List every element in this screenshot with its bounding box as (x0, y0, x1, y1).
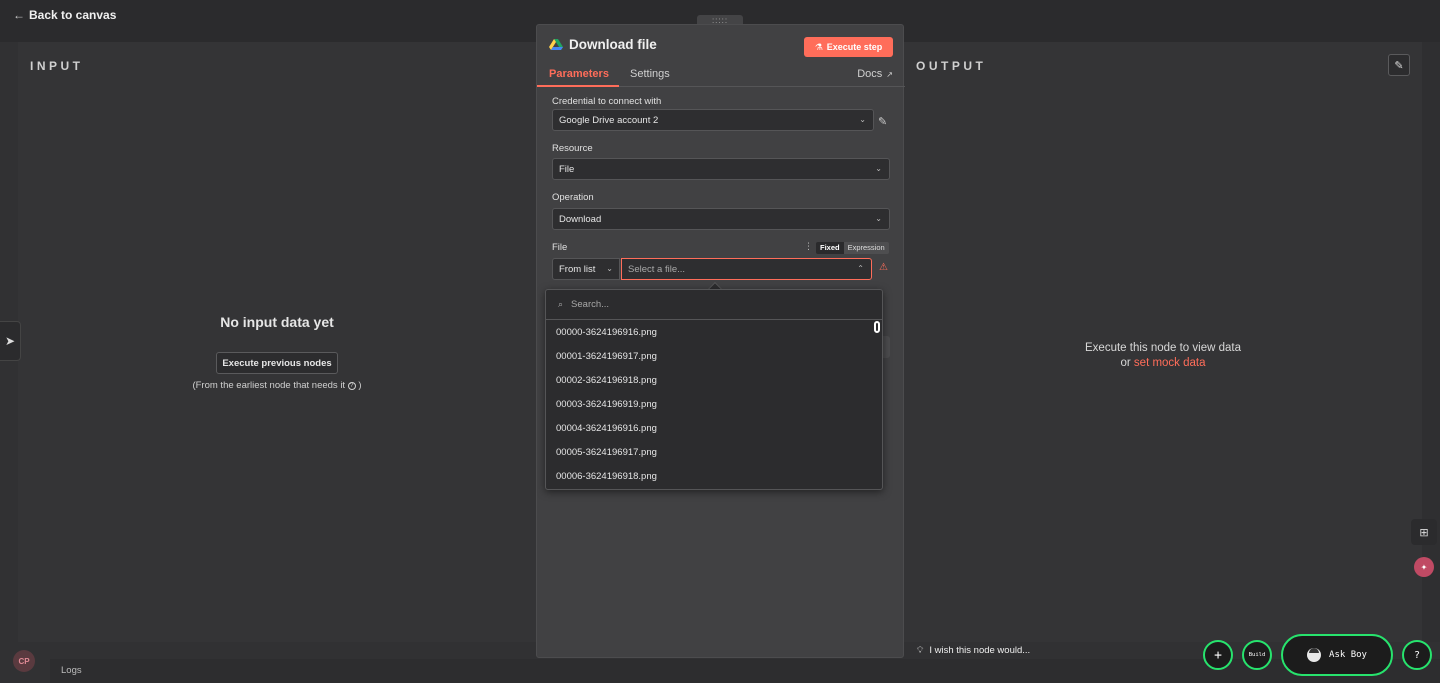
credential-label: Credential to connect with (552, 96, 662, 107)
docs-link[interactable]: Docs ↗ (857, 68, 893, 80)
logs-label[interactable]: Logs (61, 665, 82, 676)
dropdown-scrollbar[interactable] (874, 321, 880, 333)
file-label: File (552, 242, 568, 253)
file-list-item[interactable]: 00003-3624196919.png (546, 393, 882, 417)
execute-step-button[interactable]: ⚗ Execute step (804, 37, 893, 57)
grid-plus-icon: ⊞ (1419, 526, 1429, 539)
file-list-item[interactable]: 00001-3624196917.png (546, 345, 882, 369)
external-link-icon: ↗ (886, 69, 893, 79)
pencil-icon: ✎ (1394, 59, 1404, 72)
ask-boy-label: Ask Boy (1329, 650, 1367, 660)
chevron-down-icon: ⌄ (875, 164, 882, 173)
set-mock-data-link[interactable]: set mock data (1134, 357, 1206, 369)
operation-value: Download (559, 213, 602, 225)
output-message-line: Execute this node to view data (1085, 342, 1241, 354)
resource-label: Resource (552, 143, 593, 154)
output-message-line-2: or set mock data (904, 356, 1422, 371)
logs-bar[interactable] (50, 659, 1440, 683)
operation-label: Operation (552, 192, 594, 203)
search-placeholder: Search... (571, 299, 610, 310)
earliest-node-note: (From the earliest node that needs it ? … (18, 380, 536, 391)
output-panel-title: OUTPUT (916, 59, 987, 73)
build-button[interactable]: Build (1242, 640, 1272, 670)
search-icon: ⌕ (558, 299, 564, 309)
file-dropdown: ⌕ Search... 00000-3624196916.png 00001-3… (545, 289, 883, 490)
output-empty-message: Execute this node to view data or set mo… (904, 341, 1422, 371)
ai-assistant-icon[interactable]: ✦ (1414, 557, 1434, 577)
file-search-input[interactable]: ⌕ Search... (546, 290, 882, 320)
edit-credential-pencil-icon[interactable]: ✎ (878, 115, 887, 128)
file-list-item[interactable]: 00000-3624196916.png (546, 321, 882, 345)
chevron-down-icon: ⌄ (859, 115, 866, 124)
execute-previous-nodes-button[interactable]: Execute previous nodes (216, 352, 338, 374)
file-list-item[interactable]: 00004-3624196916.png (546, 417, 882, 441)
file-mode-value: From list (559, 263, 596, 275)
chevron-down-icon: ⌄ (606, 264, 613, 273)
back-to-canvas-label: Back to canvas (29, 8, 117, 22)
add-button[interactable]: + (1203, 640, 1233, 670)
warning-icon: ⚠ (879, 262, 888, 273)
left-float-handle[interactable]: ➤ (0, 321, 21, 361)
fixed-option[interactable]: Fixed (816, 242, 844, 254)
avatar[interactable]: CP (13, 650, 35, 672)
operation-select[interactable]: Download ⌄ (552, 208, 890, 230)
lightbulb-icon: 💡︎ (917, 645, 924, 655)
execute-step-label: Execute step (826, 42, 883, 52)
output-panel: OUTPUT Execute this node to view data or… (904, 42, 1422, 642)
node-creator-button[interactable]: ⊞ (1411, 519, 1437, 545)
wish-label: I wish this node would... (929, 645, 1031, 656)
back-to-canvas-link[interactable]: ← Back to canvas (13, 8, 116, 22)
file-list-item[interactable]: 00002-3624196918.png (546, 369, 882, 393)
expression-option[interactable]: Expression (843, 242, 889, 254)
feedback-row[interactable]: 💡︎ I wish this node would... (917, 645, 1030, 656)
file-placeholder: Select a file... (628, 263, 686, 275)
credential-value: Google Drive account 2 (559, 114, 659, 126)
tab-parameters[interactable]: Parameters (549, 68, 609, 80)
credential-select[interactable]: Google Drive account 2 ⌄ (552, 109, 874, 131)
chevron-up-icon: ⌃ (857, 264, 864, 273)
edit-output-button[interactable]: ✎ (1388, 54, 1410, 76)
earliest-note-end: ) (358, 380, 362, 391)
active-tab-underline (537, 85, 619, 87)
file-select-input[interactable]: Select a file... ⌃ (621, 258, 872, 280)
file-list-item[interactable]: 00006-3624196918.png (546, 465, 882, 489)
file-list: 00000-3624196916.png 00001-3624196917.pn… (546, 321, 882, 489)
earliest-note-text: (From the earliest node that needs it (192, 380, 346, 391)
docs-label: Docs (857, 68, 883, 80)
tab-settings[interactable]: Settings (630, 68, 670, 80)
node-header: Download file (549, 37, 657, 52)
input-panel-title: INPUT (30, 59, 84, 73)
output-or-text: or (1120, 357, 1131, 369)
help-button[interactable]: ? (1402, 640, 1432, 670)
no-input-title: No input data yet (220, 314, 334, 330)
chevron-down-icon: ⌄ (875, 214, 882, 223)
flask-icon: ⚗ (814, 41, 823, 52)
google-drive-icon (549, 38, 563, 50)
more-options-icon[interactable]: ⋮ (804, 241, 813, 252)
resource-select[interactable]: File ⌄ (552, 158, 890, 180)
ask-boy-button[interactable]: Ask Boy (1281, 634, 1393, 676)
fixed-expression-toggle[interactable]: Fixed Expression (816, 242, 889, 254)
node-title[interactable]: Download file (569, 37, 657, 52)
input-panel: INPUT No input data yet Execute previous… (18, 42, 536, 642)
right-sidebar (1422, 42, 1440, 642)
cursor-icon: ➤ (4, 334, 16, 348)
node-tabs: Parameters Settings Docs ↗ (537, 63, 905, 87)
file-list-item[interactable]: 00005-3624196917.png (546, 441, 882, 465)
arrow-left-icon: ← (13, 8, 25, 22)
question-icon[interactable]: ? (347, 382, 356, 390)
resource-value: File (559, 163, 575, 175)
file-mode-select[interactable]: From list ⌄ (552, 258, 620, 280)
boy-avatar-icon (1307, 648, 1322, 662)
